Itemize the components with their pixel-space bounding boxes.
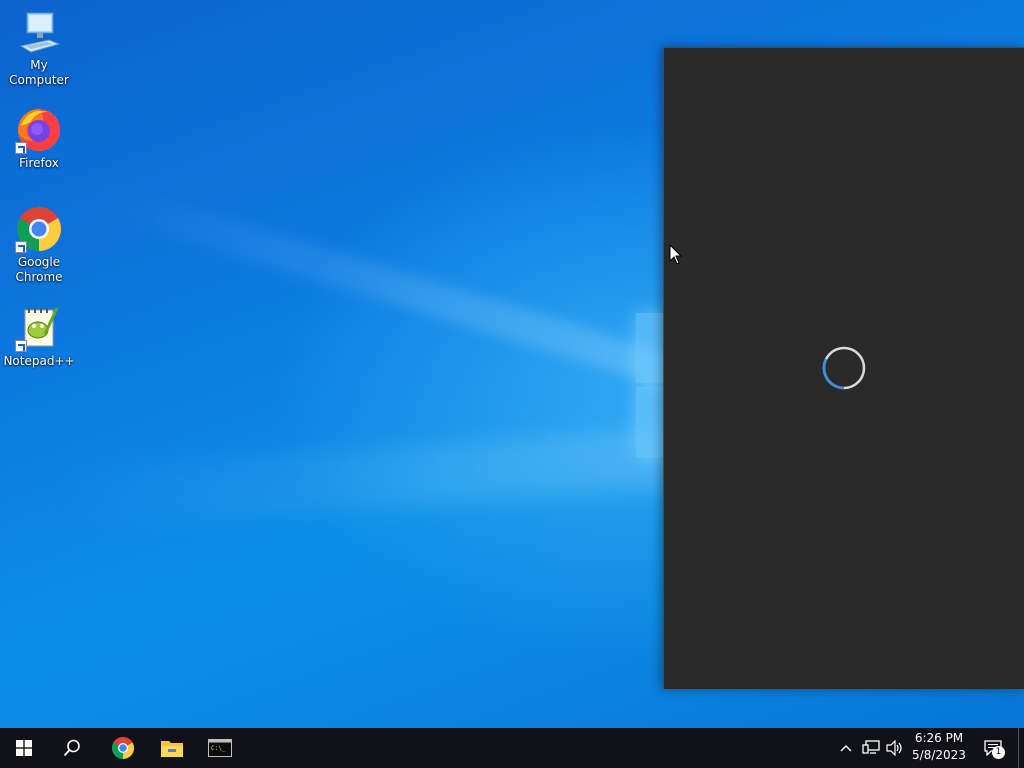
taskbar-terminal-button[interactable]: C:\_: [196, 728, 244, 768]
shortcut-arrow-icon: [15, 340, 27, 352]
notepadpp-icon: [15, 304, 63, 352]
loading-spinner-icon: [822, 346, 866, 390]
desktop-icon-google-chrome[interactable]: Google Chrome: [2, 205, 76, 285]
wallpaper-light-beam: [57, 426, 681, 530]
computer-icon: [15, 8, 63, 56]
taskbar: C:\_ 6:26 PM 5/8/2023: [0, 728, 1024, 768]
firefox-icon: [15, 106, 63, 154]
clock-time: 6:26 PM: [914, 731, 964, 745]
wallpaper-logo-pane: [636, 313, 664, 383]
wallpaper-logo-pane: [636, 387, 664, 457]
mouse-cursor-icon: [669, 244, 683, 265]
taskbar-chrome-button[interactable]: [99, 728, 147, 768]
desktop-icon-label: Google Chrome: [15, 255, 63, 284]
clock-button[interactable]: 6:26 PM 5/8/2023: [908, 730, 970, 764]
volume-button[interactable]: [884, 728, 906, 768]
search-icon: [63, 739, 80, 757]
clock-date: 5/8/2023: [912, 748, 966, 762]
volume-icon: [886, 740, 902, 756]
notification-count-badge: 1: [992, 746, 1005, 759]
start-button[interactable]: [0, 728, 48, 768]
desktop-icon-notepadpp[interactable]: Notepad++: [2, 304, 76, 369]
show-desktop-button[interactable]: [1018, 728, 1024, 768]
desktop-icon-label: Firefox: [19, 156, 59, 170]
desktop-icon-label: Notepad++: [3, 354, 75, 368]
taskbar-file-explorer-button[interactable]: [148, 728, 196, 768]
chrome-icon: [15, 205, 63, 253]
show-hidden-icons-button[interactable]: [836, 728, 856, 768]
shortcut-arrow-icon: [15, 142, 27, 154]
loading-panel[interactable]: [663, 47, 1024, 689]
wallpaper-light-beam: [95, 180, 698, 395]
chrome-icon: [112, 737, 134, 759]
desktop-icon-label: My Computer: [9, 58, 69, 87]
network-icon: [862, 740, 880, 754]
start-icon: [16, 740, 32, 756]
shortcut-arrow-icon: [15, 241, 27, 253]
desktop-icon-my-computer[interactable]: My Computer: [2, 8, 76, 88]
search-button[interactable]: [48, 728, 96, 768]
file-explorer-icon: [161, 741, 183, 757]
terminal-icon: C:\_: [208, 739, 232, 757]
network-button[interactable]: [860, 728, 882, 768]
svg-text:C:\_: C:\_: [211, 745, 226, 752]
chevron-up-icon: [840, 745, 852, 752]
desktop-icon-firefox[interactable]: Firefox: [2, 106, 76, 171]
